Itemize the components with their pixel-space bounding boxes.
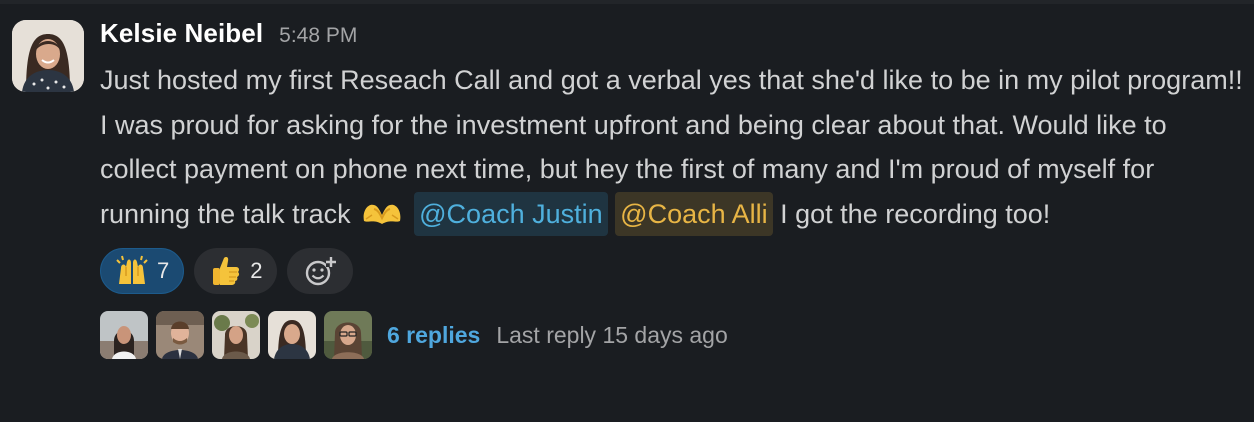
participant-avatar xyxy=(324,311,372,359)
author-name[interactable]: Kelsie Neibel xyxy=(100,18,263,49)
thread-last-reply: Last reply 15 days ago xyxy=(496,321,728,348)
reaction-raising-hands[interactable]: 7 xyxy=(100,248,185,294)
author-avatar[interactable] xyxy=(12,20,84,92)
participant-avatar xyxy=(156,311,204,359)
heart-hands-emoji-icon xyxy=(360,196,404,226)
reactions-bar: 7 2 xyxy=(100,248,1250,294)
thread-replies-link[interactable]: 6 replies xyxy=(387,322,480,349)
message-timestamp[interactable]: 5:48 PM xyxy=(279,24,357,48)
add-reaction-icon xyxy=(302,253,338,289)
mention-coach-justin[interactable]: @Coach Justin xyxy=(414,191,608,236)
participant-avatar xyxy=(100,311,148,359)
message-header: Kelsie Neibel 5:48 PM xyxy=(100,18,1250,58)
message-content: Kelsie Neibel 5:48 PM Just hosted my fir… xyxy=(100,18,1250,360)
reaction-count: 2 xyxy=(250,258,263,283)
thumbs-up-icon xyxy=(208,254,242,288)
mention-coach-alli[interactable]: @Coach Alli xyxy=(615,191,773,236)
thread-participants xyxy=(100,311,372,359)
reaction-thumbs-up[interactable]: 2 xyxy=(194,248,277,294)
participant-avatar xyxy=(212,311,260,359)
reaction-count: 7 xyxy=(157,258,170,283)
participant-avatar xyxy=(268,311,316,359)
thread-summary[interactable]: 6 replies Last reply 15 days ago xyxy=(100,310,1250,360)
message-item[interactable]: Kelsie Neibel 5:48 PM Just hosted my fir… xyxy=(0,4,1254,422)
add-reaction-button[interactable] xyxy=(286,248,353,294)
message-text: Just hosted my first Reseach Call and go… xyxy=(100,58,1250,236)
raising-hands-icon xyxy=(115,254,149,288)
message-text-part-2: I got the recording too! xyxy=(772,198,1051,229)
